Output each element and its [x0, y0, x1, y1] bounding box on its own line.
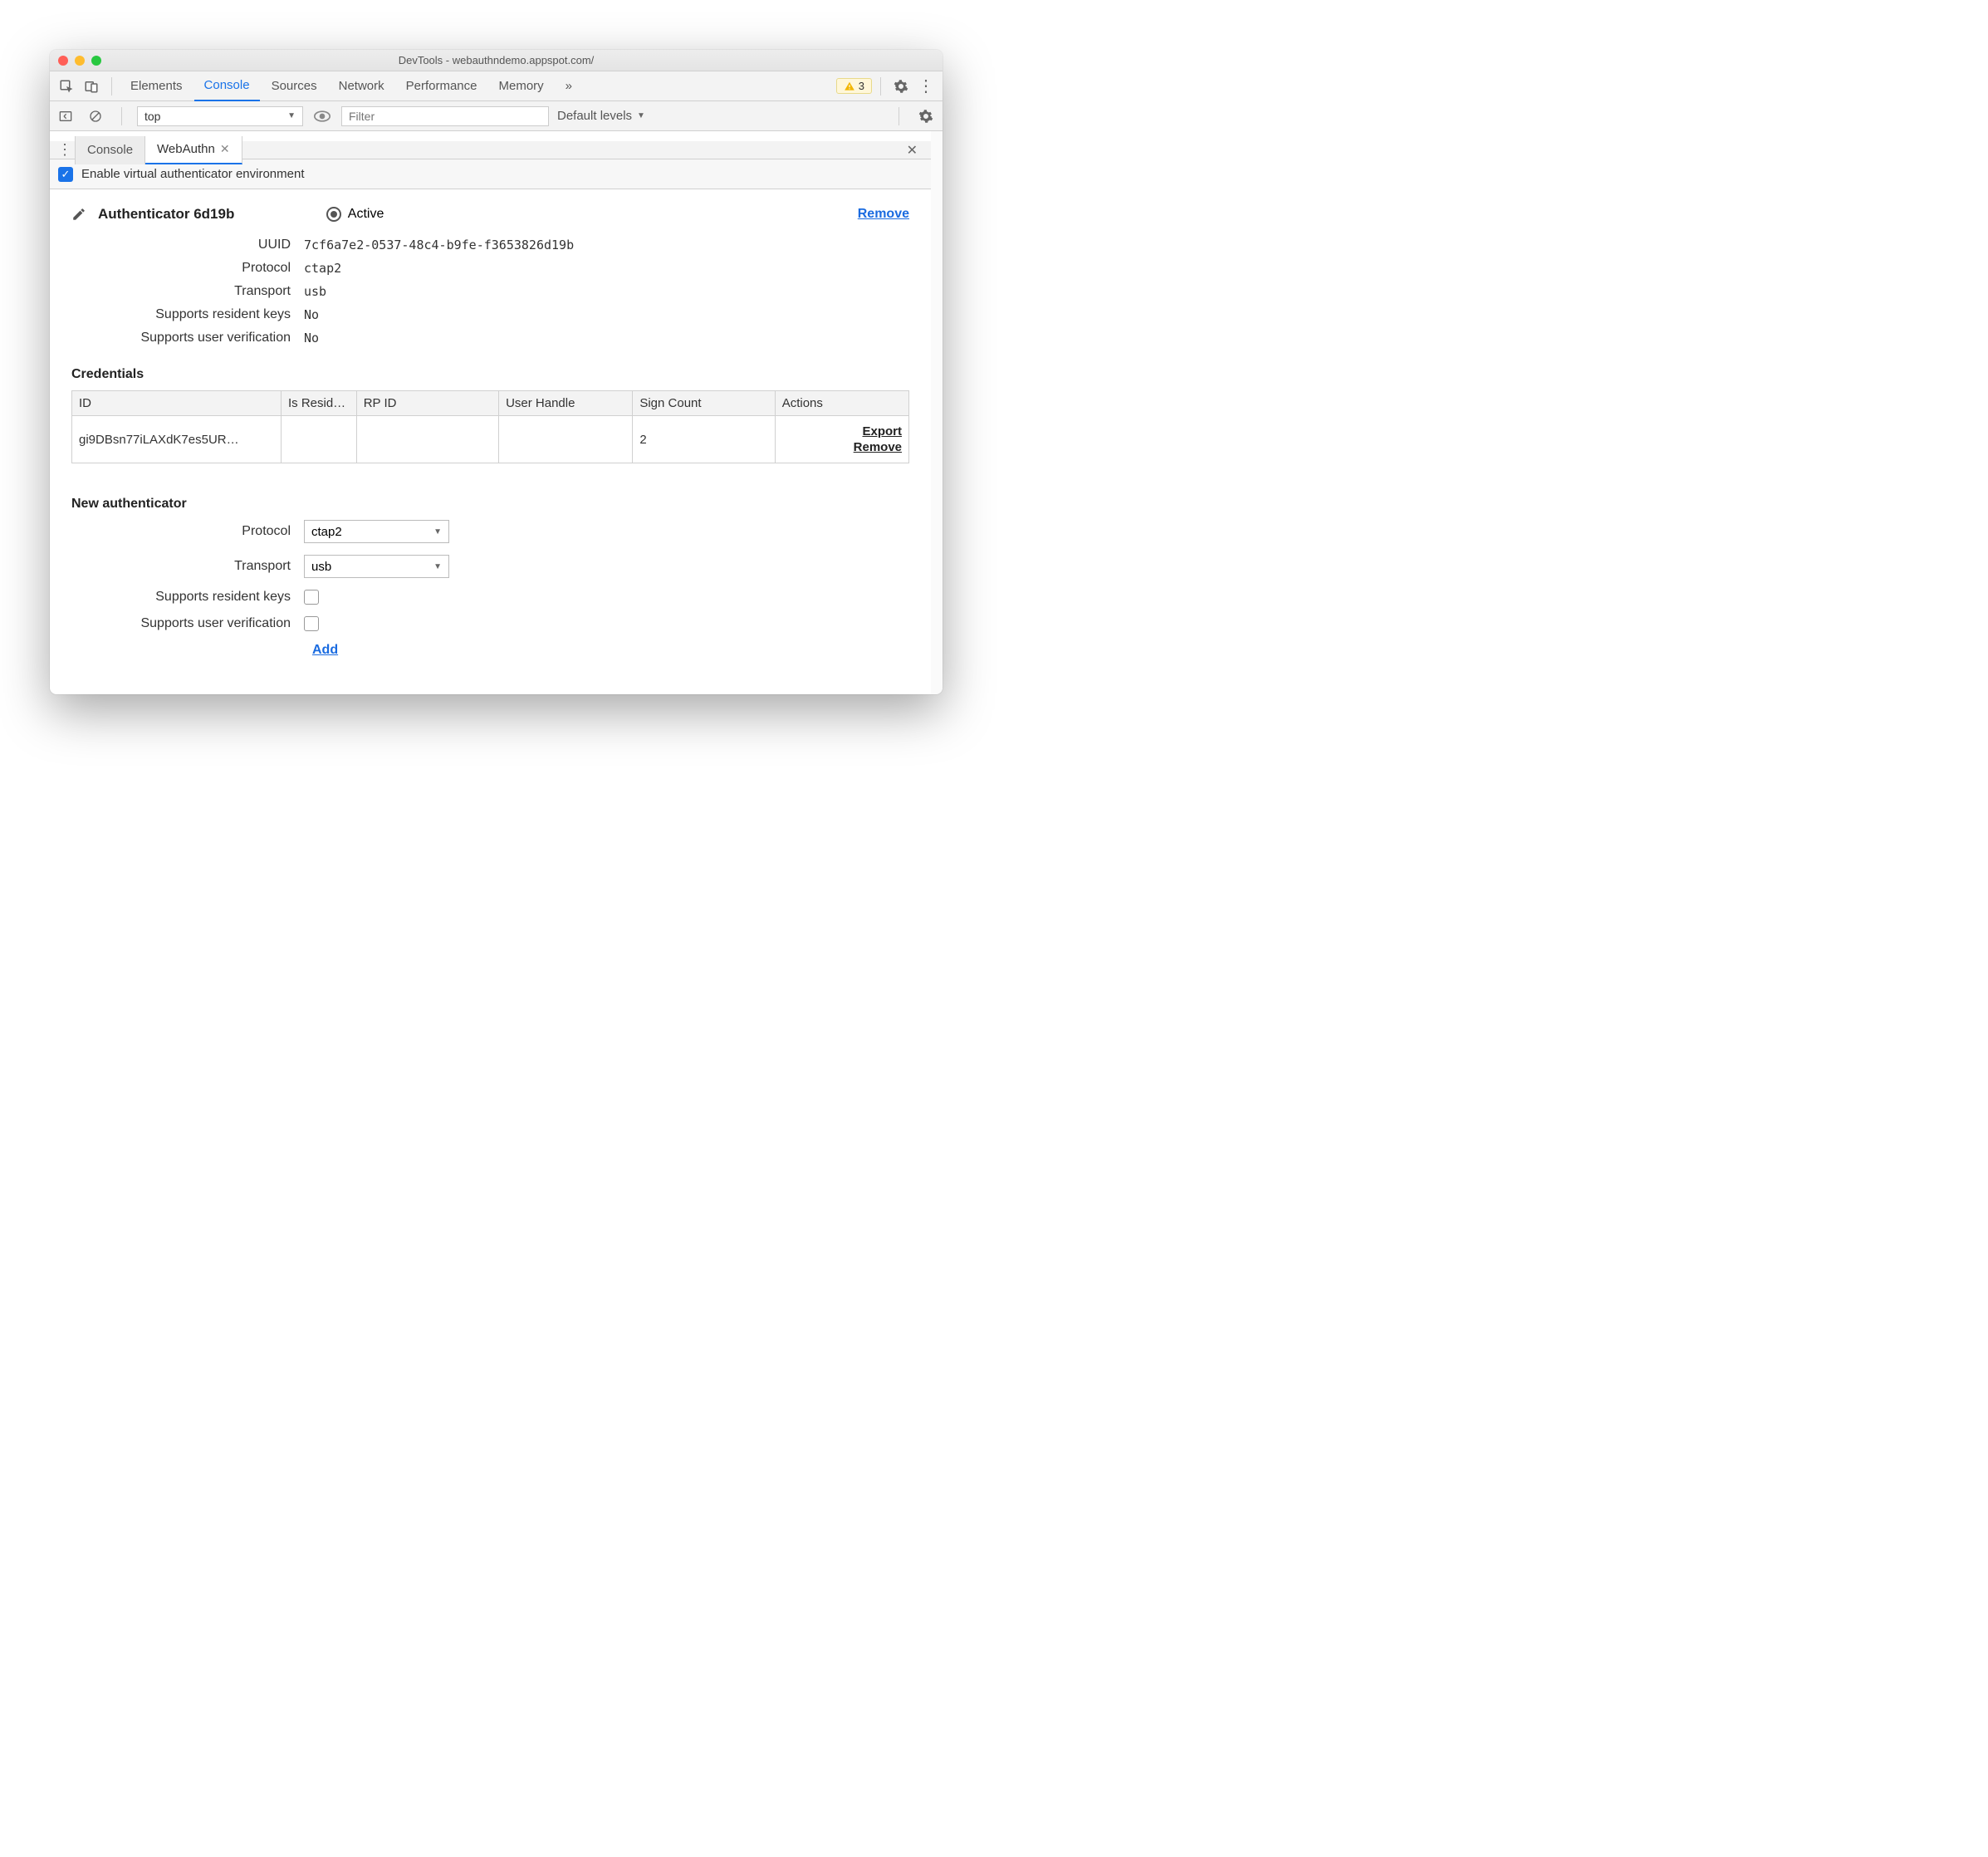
- new-transport-label: Transport: [55, 559, 304, 574]
- table-header-row: ID Is Resid… RP ID User Handle Sign Coun…: [72, 391, 909, 416]
- warnings-badge[interactable]: 3: [836, 78, 872, 94]
- devtools-window: DevTools - webauthndemo.appspot.com/ Ele…: [50, 50, 943, 694]
- cell-actions: Export Remove: [775, 416, 908, 463]
- filter-input[interactable]: [341, 106, 549, 126]
- drawer-tab-webauthn[interactable]: WebAuthn ✕: [145, 136, 242, 164]
- radio-icon: [326, 207, 341, 222]
- scrollbar[interactable]: [931, 131, 943, 694]
- authenticator-header: Authenticator 6d19b Active Remove: [71, 206, 909, 223]
- tab-console[interactable]: Console: [194, 71, 260, 101]
- resident-keys-label: Supports resident keys: [55, 307, 304, 322]
- uuid-label: UUID: [55, 238, 304, 252]
- user-verification-value: No: [304, 331, 909, 345]
- new-authenticator-heading: New authenticator: [71, 497, 909, 512]
- transport-value: usb: [304, 284, 909, 299]
- protocol-label: Protocol: [55, 261, 304, 276]
- enable-label: Enable virtual authenticator environment: [81, 167, 305, 181]
- tab-memory[interactable]: Memory: [489, 71, 554, 101]
- new-protocol-value: ctap2: [311, 525, 342, 539]
- close-drawer-icon[interactable]: ✕: [899, 142, 926, 159]
- settings-gear-icon[interactable]: [889, 75, 913, 98]
- new-protocol-label: Protocol: [55, 524, 304, 539]
- new-protocol-select[interactable]: ctap2 ▼: [304, 520, 449, 543]
- tab-network[interactable]: Network: [329, 71, 394, 101]
- chevron-down-icon: ▼: [287, 111, 296, 120]
- warning-count: 3: [859, 80, 864, 92]
- enable-checkbox[interactable]: ✓: [58, 167, 73, 182]
- table-row: gi9DBsn77iLAXdK7es5UR… 2 Export Remove: [72, 416, 909, 463]
- tab-elements[interactable]: Elements: [120, 71, 193, 101]
- remove-authenticator-link[interactable]: Remove: [858, 207, 909, 222]
- new-resident-checkbox[interactable]: [304, 590, 319, 605]
- console-settings-gear-icon[interactable]: [914, 105, 938, 128]
- clear-console-icon[interactable]: [85, 105, 106, 127]
- drawer-tab-console[interactable]: Console: [75, 136, 145, 164]
- execution-context-selector[interactable]: top ▼: [137, 106, 303, 126]
- separator: [880, 77, 881, 96]
- chevron-down-icon: ▼: [637, 111, 645, 120]
- minimize-window-icon[interactable]: [75, 56, 85, 66]
- protocol-value: ctap2: [304, 261, 909, 276]
- close-window-icon[interactable]: [58, 56, 68, 66]
- cell-count: 2: [633, 416, 775, 463]
- traffic-lights: [58, 56, 101, 66]
- new-transport-select[interactable]: usb ▼: [304, 555, 449, 578]
- new-resident-label: Supports resident keys: [55, 590, 304, 605]
- titlebar: DevTools - webauthndemo.appspot.com/: [50, 50, 943, 71]
- log-levels-selector[interactable]: Default levels ▼: [557, 109, 645, 123]
- context-value: top: [144, 110, 160, 123]
- window-title: DevTools - webauthndemo.appspot.com/: [58, 54, 934, 66]
- col-id[interactable]: ID: [72, 391, 282, 416]
- export-credential-link[interactable]: Export: [782, 424, 902, 439]
- close-tab-icon[interactable]: ✕: [220, 142, 230, 156]
- tab-sources[interactable]: Sources: [262, 71, 327, 101]
- transport-label: Transport: [55, 284, 304, 299]
- separator: [111, 77, 112, 96]
- cell-rp: [356, 416, 498, 463]
- levels-label: Default levels: [557, 109, 632, 123]
- new-transport-value: usb: [311, 560, 331, 574]
- console-toolbar: top ▼ Default levels ▼: [50, 101, 943, 131]
- resident-keys-value: No: [304, 307, 909, 322]
- webauthn-panel: Authenticator 6d19b Active Remove UUID 7…: [50, 189, 931, 694]
- cell-user: [499, 416, 633, 463]
- uuid-value: 7cf6a7e2-0537-48c4-b9fe-f3653826d19b: [304, 238, 909, 252]
- credentials-table: ID Is Resid… RP ID User Handle Sign Coun…: [71, 390, 909, 463]
- inspect-element-icon[interactable]: [55, 75, 78, 98]
- col-rp-id[interactable]: RP ID: [356, 391, 498, 416]
- more-menu-icon[interactable]: ⋮: [914, 75, 938, 98]
- new-authenticator-section: New authenticator Protocol ctap2 ▼ Trans…: [71, 497, 909, 658]
- edit-pencil-icon[interactable]: [71, 207, 86, 222]
- device-toolbar-icon[interactable]: [80, 75, 103, 98]
- user-verification-label: Supports user verification: [55, 331, 304, 345]
- drawer-tab-label: WebAuthn: [157, 142, 215, 156]
- active-label: Active: [348, 207, 384, 222]
- col-sign-count[interactable]: Sign Count: [633, 391, 775, 416]
- tab-performance[interactable]: Performance: [396, 71, 487, 101]
- authenticator-title: Authenticator 6d19b: [98, 206, 234, 223]
- tab-overflow[interactable]: »: [556, 71, 582, 101]
- drawer-tab-bar: ⋮ Console WebAuthn ✕ ✕: [50, 131, 931, 159]
- chevron-down-icon: ▼: [433, 562, 442, 571]
- col-is-resident[interactable]: Is Resid…: [282, 391, 357, 416]
- remove-credential-link[interactable]: Remove: [782, 440, 902, 454]
- maximize-window-icon[interactable]: [91, 56, 101, 66]
- warning-icon: [844, 81, 855, 92]
- cell-resident: [282, 416, 357, 463]
- credentials-heading: Credentials: [71, 367, 909, 382]
- live-expression-icon[interactable]: [311, 105, 333, 127]
- new-verify-label: Supports user verification: [55, 616, 304, 631]
- console-sidebar-toggle-icon[interactable]: [55, 105, 76, 127]
- drawer-more-icon[interactable]: ⋮: [55, 141, 75, 159]
- add-authenticator-link[interactable]: Add: [312, 643, 338, 657]
- col-user-handle[interactable]: User Handle: [499, 391, 633, 416]
- new-verify-checkbox[interactable]: [304, 616, 319, 631]
- separator: [121, 107, 122, 125]
- main-tab-bar: Elements Console Sources Network Perform…: [50, 71, 943, 101]
- cell-id: gi9DBsn77iLAXdK7es5UR…: [72, 416, 282, 463]
- active-radio[interactable]: Active: [326, 207, 384, 222]
- col-actions[interactable]: Actions: [775, 391, 908, 416]
- chevron-down-icon: ▼: [433, 527, 442, 537]
- authenticator-properties: UUID 7cf6a7e2-0537-48c4-b9fe-f3653826d19…: [55, 238, 909, 345]
